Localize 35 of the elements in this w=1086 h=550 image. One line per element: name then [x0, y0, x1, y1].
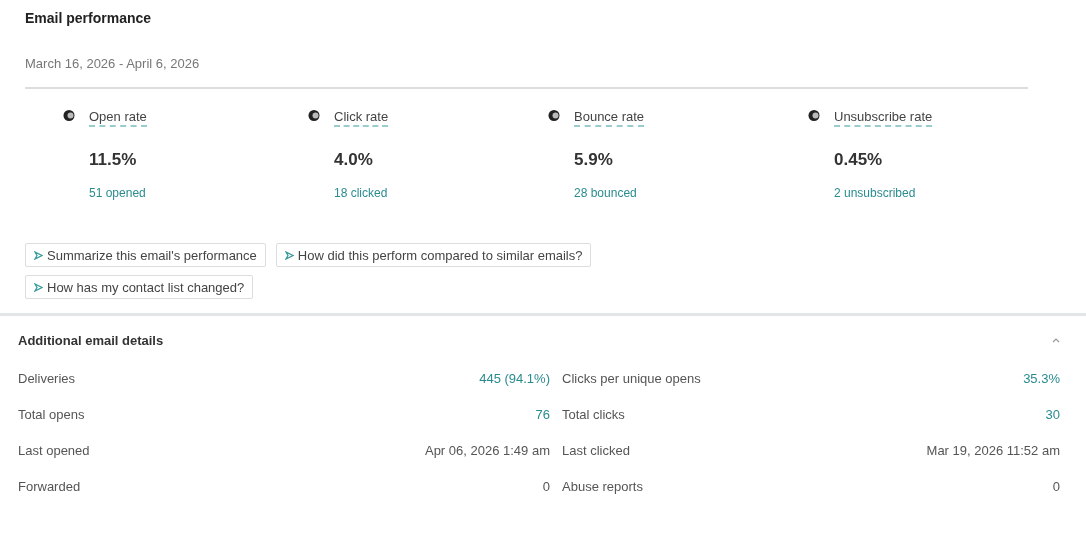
detail-link[interactable]: 35.3%	[1023, 370, 1060, 386]
detail-label: Last clicked	[562, 442, 630, 458]
chevron-up-icon[interactable]	[1052, 337, 1060, 343]
prompt-chip[interactable]: How has my contact list changed?	[25, 275, 254, 299]
detail-value: Apr 06, 2026 1:49 am	[424, 442, 550, 458]
detail-value: 0	[1052, 478, 1060, 494]
metric-value: 0.45%	[834, 150, 884, 170]
detail-label: Abuse reports	[562, 478, 643, 494]
detail-label: Total opens	[18, 406, 85, 422]
metric-value: 4.0%	[334, 150, 374, 170]
detail-label: Deliveries	[18, 370, 76, 386]
prompt-chip[interactable]: How did this perform compared to similar emails?	[275, 243, 592, 267]
section-title: Email performance	[25, 10, 153, 28]
metric-link[interactable]: 51 opened	[89, 186, 147, 200]
metric-label[interactable]: Open rate	[89, 109, 147, 127]
detail-label: Clicks per unique opens	[562, 370, 701, 386]
metric-link[interactable]: 18 clicked	[334, 186, 389, 200]
detail-value: Mar 19, 2026 11:52 am	[926, 442, 1060, 458]
metric-label[interactable]: Bounce rate	[574, 109, 645, 127]
metric-value: 5.9%	[574, 150, 614, 170]
detail-link[interactable]: 76	[535, 406, 550, 422]
metric-label[interactable]: Unsubscribe rate	[834, 109, 933, 127]
metric-link[interactable]: 2 unsubscribed	[834, 186, 933, 200]
detail-link[interactable]: 445 (94.1%)	[479, 370, 550, 386]
detail-label: Forwarded	[18, 478, 81, 494]
detail-label: Last opened	[18, 442, 90, 458]
prompt-chip[interactable]: Summarize this email's performance	[25, 243, 266, 267]
detail-link[interactable]: 30	[1045, 406, 1060, 422]
detail-value: 0	[542, 478, 550, 494]
metric-link[interactable]: 28 bounced	[574, 186, 645, 200]
metric-label[interactable]: Click rate	[334, 109, 389, 127]
details-title: Additional email details	[18, 332, 164, 348]
detail-label: Total clicks	[562, 406, 625, 422]
metric-value: 11.5%	[89, 150, 138, 170]
date-range: March 16, 2026 - April 6, 2026	[25, 56, 201, 71]
